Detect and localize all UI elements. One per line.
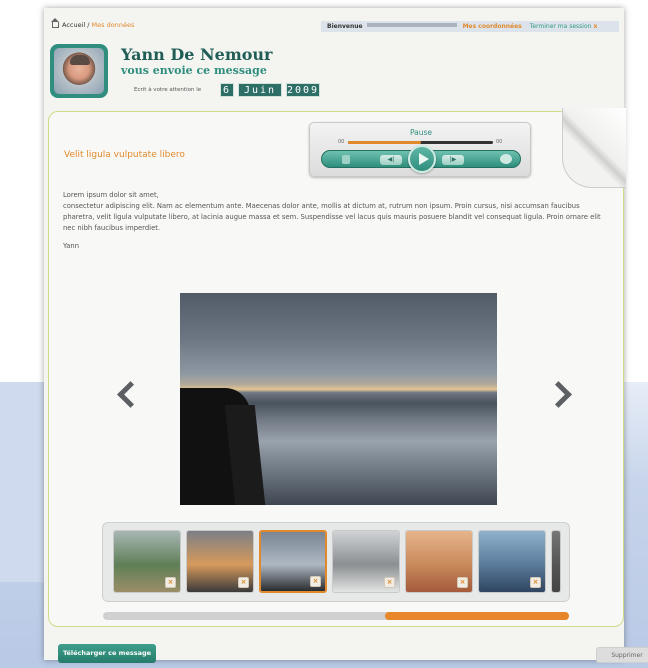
- remove-thumbnail-icon[interactable]: ×: [310, 576, 321, 587]
- play-button[interactable]: [408, 145, 436, 173]
- written-date-label: Ecrit à votre attention le: [134, 87, 202, 93]
- my-contact-link[interactable]: Mes coordonnées: [463, 23, 522, 30]
- download-message-button[interactable]: Télécharger ce message: [58, 644, 156, 663]
- gallery-thumbnail[interactable]: ×: [332, 530, 400, 593]
- mute-icon[interactable]: [342, 155, 350, 164]
- page-curl: [562, 108, 626, 188]
- message-page: Accueil / Mes données Bienvenue Mes coord…: [44, 8, 648, 663]
- next-button[interactable]: |▶: [442, 155, 464, 165]
- remove-thumbnail-icon[interactable]: ×: [165, 577, 176, 588]
- gallery-thumbnail[interactable]: ×: [478, 530, 546, 593]
- remove-thumbnail-icon[interactable]: ×: [530, 577, 541, 588]
- user-bar: Bienvenue Mes coordonnées Terminer ma sess…: [321, 21, 619, 32]
- sender-subtitle: vous envoie ce message: [121, 64, 267, 77]
- date-year: 2009: [286, 83, 320, 97]
- main-photo: [180, 293, 497, 505]
- player-controls: ◀| |▶: [321, 145, 521, 173]
- sender-name: Yann De Nemour: [121, 45, 273, 64]
- breadcrumb-current[interactable]: Mes données: [92, 21, 135, 29]
- gallery-thumbnail[interactable]: ×: [405, 530, 473, 593]
- home-icon[interactable]: [51, 18, 59, 28]
- next-photo-arrow[interactable]: [552, 378, 568, 412]
- remove-thumbnail-icon[interactable]: ×: [238, 577, 249, 588]
- remove-thumbnail-icon[interactable]: ×: [384, 577, 395, 588]
- top-bar: Accueil / Mes données Bienvenue Mes coord…: [44, 8, 624, 46]
- username-redacted: [366, 23, 457, 27]
- breadcrumb: Accueil / Mes données: [51, 18, 135, 29]
- progress-fill: [348, 141, 421, 144]
- thumbnail-image: [552, 531, 560, 592]
- previous-photo-arrow[interactable]: [116, 378, 132, 412]
- date-day: 6: [220, 83, 234, 97]
- gallery-thumbnail[interactable]: ×: [186, 530, 254, 593]
- message-greeting: Lorem ipsum dolor sit amet,: [63, 191, 159, 199]
- avatar-photo: [54, 48, 104, 94]
- player-status: Pause: [409, 128, 433, 137]
- gallery-thumbnail[interactable]: ×: [259, 530, 327, 593]
- message-signature: Yann: [63, 242, 79, 250]
- logout-close-icon[interactable]: x: [593, 23, 597, 30]
- breadcrumb-home-link[interactable]: Accueil: [62, 21, 85, 29]
- scrollbar-thumb[interactable]: [385, 612, 569, 620]
- thumbnail-strip: × × × × × ×: [102, 522, 570, 602]
- thumbnail-scrollbar[interactable]: [103, 612, 569, 620]
- previous-button[interactable]: ◀|: [380, 155, 402, 165]
- message-title: Velit ligula vulputate libero: [64, 150, 185, 160]
- logout-link[interactable]: Terminer ma session: [530, 23, 592, 30]
- sender-avatar: [50, 44, 108, 98]
- gallery-thumbnail[interactable]: ×: [113, 530, 181, 593]
- delete-button[interactable]: Supprimer: [596, 647, 648, 663]
- progress-bar[interactable]: [348, 141, 493, 144]
- volume-icon[interactable]: [500, 154, 512, 164]
- remove-thumbnail-icon[interactable]: ×: [457, 577, 468, 588]
- message-text: consectetur adipiscing elit. Nam ac elem…: [63, 202, 601, 232]
- time-start: 00: [338, 139, 345, 145]
- welcome-label: Bienvenue: [327, 23, 363, 30]
- time-end: 00: [496, 139, 503, 145]
- date-month: Juin: [238, 83, 282, 97]
- gallery-thumbnail[interactable]: [551, 530, 561, 593]
- audio-player: Pause 00 00 ◀| |▶: [309, 122, 531, 177]
- message-body: Lorem ipsum dolor sit amet, consectetur …: [63, 190, 608, 259]
